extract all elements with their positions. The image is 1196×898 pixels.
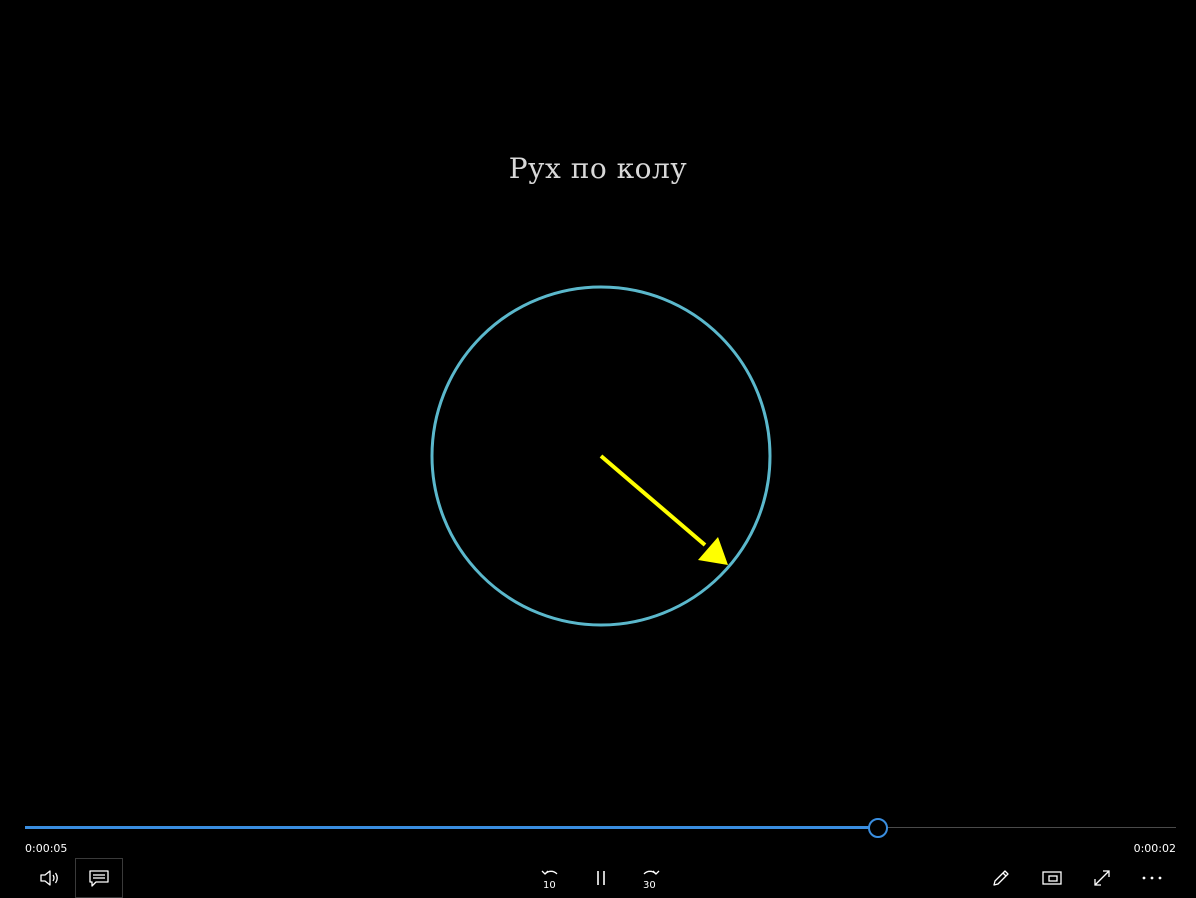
pause-icon (597, 871, 605, 885)
seek-bar[interactable] (25, 818, 1176, 838)
video-canvas[interactable]: Рух по колу (0, 0, 1196, 810)
edit-button[interactable] (977, 858, 1025, 898)
remaining-time: 0:00:02 (1133, 842, 1176, 855)
velocity-arrow-shaft (599, 454, 707, 547)
control-bar: 10 30 (0, 858, 1196, 898)
more-options-button[interactable] (1128, 858, 1176, 898)
elapsed-time: 0:00:05 (25, 842, 68, 855)
skip-forward-label: 30 (643, 880, 656, 891)
more-icon (1142, 876, 1162, 880)
fullscreen-button[interactable] (1078, 858, 1126, 898)
speaker-icon (40, 870, 58, 886)
play-pause-button[interactable] (577, 858, 625, 898)
pencil-icon (993, 870, 1009, 886)
captions-icon (89, 870, 109, 887)
skip-forward-button[interactable]: 30 (626, 858, 674, 898)
circle-animation (430, 285, 772, 627)
skip-back-label: 10 (543, 880, 556, 891)
captions-button[interactable] (75, 858, 123, 898)
fullscreen-icon (1094, 870, 1110, 886)
skip-back-button[interactable]: 10 (527, 858, 575, 898)
mini-view-icon (1042, 871, 1062, 885)
seek-thumb[interactable] (867, 818, 888, 838)
seek-bar-progress (25, 826, 877, 829)
mini-view-button[interactable] (1028, 858, 1076, 898)
volume-button[interactable] (26, 858, 74, 898)
